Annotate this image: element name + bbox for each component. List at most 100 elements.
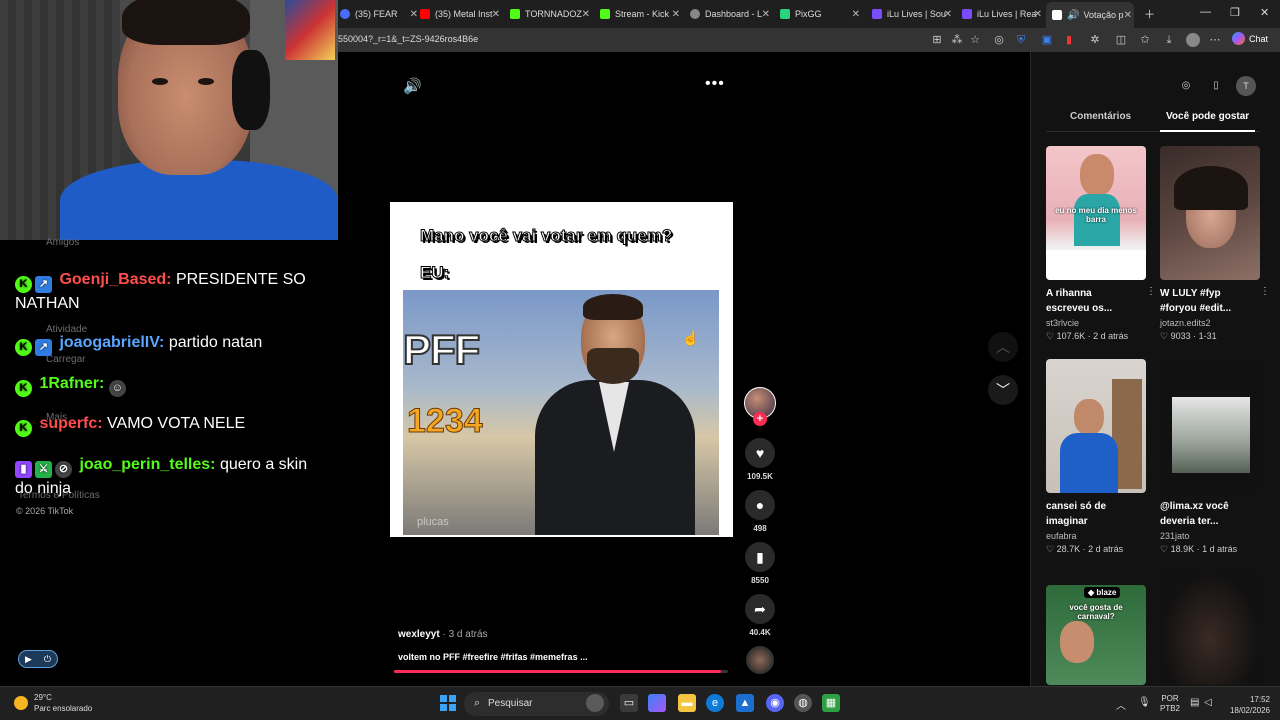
video-progress-bar[interactable] bbox=[394, 670, 728, 673]
copilot-chat-button[interactable]: Chat bbox=[1232, 32, 1268, 45]
browser-tab[interactable]: Stream - Kick ✕ bbox=[600, 4, 682, 24]
video-thumbnail[interactable]: ◆ blaze você gosta de carnaval? bbox=[1046, 585, 1146, 685]
next-video-button[interactable]: ﹀ bbox=[988, 375, 1018, 405]
file-explorer-icon[interactable]: ▬ bbox=[678, 694, 696, 712]
card-title[interactable]: W LULY #fyp #foryou #edit... bbox=[1160, 286, 1250, 316]
profile-avatar-icon[interactable] bbox=[1186, 33, 1200, 47]
card-title[interactable]: @lima.xz você deveria ter... bbox=[1160, 499, 1250, 529]
tab-close-icon[interactable]: ✕ bbox=[944, 9, 952, 20]
video-card[interactable] bbox=[1160, 572, 1260, 685]
split-screen-icon[interactable]: ◫ bbox=[1114, 33, 1128, 47]
heart-icon[interactable]: ♥ bbox=[745, 438, 775, 468]
share-icon[interactable]: ➦ bbox=[745, 594, 775, 624]
phone-icon[interactable]: ▯ bbox=[1206, 76, 1226, 96]
tab-close-icon[interactable]: ✕ bbox=[852, 9, 860, 20]
extension-icon[interactable]: ▮ bbox=[1062, 33, 1076, 47]
url-text[interactable]: 550004?_r=1&_t=ZS-9426ros4B6e bbox=[338, 34, 478, 44]
browser-tab[interactable]: iLu Lives | Sou ✕ bbox=[872, 4, 954, 24]
edge-browser-icon[interactable]: e bbox=[706, 694, 724, 712]
tray-expand-icon[interactable]: ︿ bbox=[1116, 697, 1126, 712]
tab-comments[interactable]: Comentários bbox=[1070, 111, 1131, 122]
chat-username[interactable]: joao_perin_telles: bbox=[79, 456, 215, 473]
discord-icon[interactable]: ◉ bbox=[766, 694, 784, 712]
card-user[interactable]: jotazn.edits2 bbox=[1160, 318, 1260, 328]
maximize-button[interactable]: ❐ bbox=[1230, 6, 1240, 19]
windows-start-icon[interactable] bbox=[440, 695, 456, 711]
app-icon[interactable]: ▦ bbox=[822, 694, 840, 712]
photos-icon[interactable]: ▲ bbox=[736, 694, 754, 712]
video-thumbnail[interactable] bbox=[1046, 359, 1146, 493]
video-card[interactable]: @lima.xz você deveria ter... 231jato ♡ 1… bbox=[1160, 359, 1260, 555]
chat-username[interactable]: Goenji_Based: bbox=[59, 271, 171, 288]
comment-action[interactable]: ● 498 bbox=[744, 490, 776, 533]
video-player[interactable]: Mano você vai votar em quem? EU: PFF 123… bbox=[390, 202, 733, 537]
tab-close-icon[interactable]: ✕ bbox=[672, 9, 680, 20]
like-action[interactable]: ♥ 109.5K bbox=[744, 438, 776, 481]
tab-close-icon[interactable]: ✕ bbox=[492, 9, 500, 20]
card-user[interactable]: eufabra bbox=[1046, 531, 1146, 541]
chat-username[interactable]: 1Rafner: bbox=[39, 375, 104, 392]
tab-close-icon[interactable]: ✕ bbox=[1124, 10, 1132, 21]
card-title[interactable]: A rihanna escreveu os... bbox=[1046, 286, 1136, 316]
microphone-icon[interactable]: 🎙 bbox=[1138, 697, 1151, 708]
video-card[interactable]: eu no meu dia menos barra A rihanna escr… bbox=[1046, 146, 1156, 342]
download-icon[interactable]: ⤓ bbox=[1162, 33, 1176, 47]
compass-icon[interactable]: ◎ bbox=[1176, 76, 1196, 96]
volume-tray-icon[interactable]: ◁ bbox=[1204, 697, 1212, 708]
user-avatar[interactable]: T bbox=[1236, 76, 1256, 96]
close-window-button[interactable]: ✕ bbox=[1260, 6, 1269, 19]
menu-dots-icon[interactable]: ⋯ bbox=[1208, 33, 1222, 47]
video-thumbnail[interactable] bbox=[1160, 572, 1260, 685]
follow-plus-icon[interactable]: + bbox=[753, 412, 767, 426]
bookmark-icon[interactable]: ▮ bbox=[745, 542, 775, 572]
more-options-icon[interactable]: ••• bbox=[705, 75, 725, 93]
puzzle-icon[interactable]: ✲ bbox=[1088, 33, 1102, 47]
browser-tab[interactable]: TORNNADOZ ✕ bbox=[510, 4, 592, 24]
browser-tab[interactable]: (35) FEAR ✕ bbox=[340, 4, 420, 24]
search-highlight-icon[interactable] bbox=[586, 694, 604, 712]
tab-close-icon[interactable]: ✕ bbox=[410, 9, 418, 20]
browser-tab[interactable]: Dashboard - L ✕ bbox=[690, 4, 772, 24]
new-tab-button[interactable]: ＋ bbox=[1144, 6, 1155, 22]
tab-you-may-like[interactable]: Você pode gostar bbox=[1166, 111, 1249, 122]
browser-tab[interactable]: PixGG ✕ bbox=[780, 4, 862, 24]
apps-icon[interactable]: ⊞ bbox=[930, 33, 944, 47]
video-author[interactable]: wexleyyt · 3 d atrás bbox=[398, 629, 488, 640]
share-action[interactable]: ➦ 40.4K bbox=[744, 594, 776, 637]
clock[interactable]: 17:52 18/02/2026 bbox=[1224, 694, 1270, 716]
task-view-icon[interactable]: ▭ bbox=[620, 694, 638, 712]
language-indicator[interactable]: POR PTB2 bbox=[1160, 694, 1180, 714]
collections-icon[interactable]: ✩ bbox=[1138, 33, 1152, 47]
translate-icon[interactable]: ⁂ bbox=[950, 33, 964, 47]
card-user[interactable]: 231jato bbox=[1160, 531, 1260, 541]
tab-close-icon[interactable]: ✕ bbox=[582, 9, 590, 20]
live-toggle-button[interactable]: ▶ ⏻ bbox=[18, 650, 58, 668]
obs-icon[interactable]: ◍ bbox=[794, 694, 812, 712]
favorite-star-icon[interactable]: ☆ bbox=[968, 33, 982, 47]
video-thumbnail[interactable] bbox=[1160, 146, 1260, 280]
comment-icon[interactable]: ● bbox=[745, 490, 775, 520]
card-more-icon[interactable]: ⋮ bbox=[1146, 286, 1156, 297]
volume-icon[interactable]: 🔊 bbox=[403, 77, 422, 95]
browser-tab-active[interactable]: 🔊 Votação p ✕ bbox=[1046, 2, 1134, 28]
music-disc-icon[interactable] bbox=[746, 646, 774, 674]
network-icon[interactable]: ▤ bbox=[1190, 697, 1199, 708]
extension-icon[interactable]: ◎ bbox=[992, 33, 1006, 47]
video-card[interactable]: W LULY #fyp #foryou #edit... ⋮ jotazn.ed… bbox=[1160, 146, 1270, 342]
copilot-taskbar-icon[interactable] bbox=[648, 694, 666, 712]
previous-video-button[interactable]: ︿ bbox=[988, 332, 1018, 362]
tab-close-icon[interactable]: ✕ bbox=[1034, 9, 1042, 20]
extension-icon[interactable]: ▣ bbox=[1040, 33, 1054, 47]
video-thumbnail[interactable] bbox=[1160, 359, 1260, 493]
chat-username[interactable]: superfc: bbox=[39, 415, 102, 432]
card-title[interactable]: cansei só de imaginar bbox=[1046, 499, 1136, 529]
weather-widget[interactable]: 29°C Parc ensolarado bbox=[14, 692, 92, 714]
browser-tab[interactable]: (35) Metal Inst ✕ bbox=[420, 4, 502, 24]
video-card[interactable]: ◆ blaze você gosta de carnaval? bbox=[1046, 585, 1146, 685]
card-more-icon[interactable]: ⋮ bbox=[1260, 286, 1270, 297]
chat-username[interactable]: joaogabrielIV: bbox=[59, 334, 164, 351]
shield-icon[interactable]: ⛨ bbox=[1014, 33, 1028, 47]
card-user[interactable]: st3rlvcie bbox=[1046, 318, 1146, 328]
speaker-icon[interactable]: 🔊 bbox=[1067, 10, 1079, 21]
tab-close-icon[interactable]: ✕ bbox=[762, 9, 770, 20]
